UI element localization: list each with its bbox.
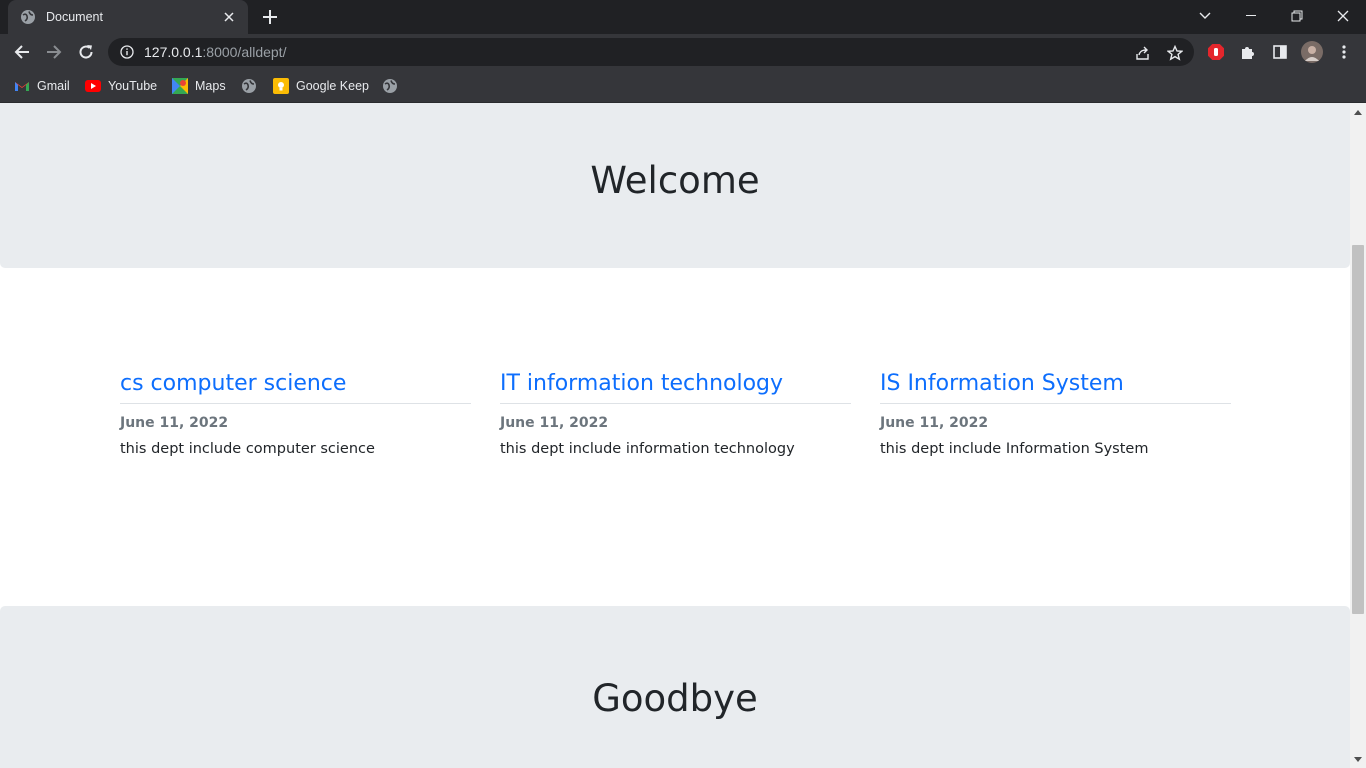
scroll-down-arrow-icon[interactable] <box>1350 752 1366 766</box>
close-window-button[interactable] <box>1320 0 1366 32</box>
restore-button[interactable] <box>1274 0 1320 32</box>
info-icon[interactable] <box>120 45 134 59</box>
browser-toolbar: 127.0.0.1:8000/alldept/ <box>0 34 1366 70</box>
bookmark-maps[interactable]: Maps <box>172 76 226 96</box>
gmail-icon <box>14 78 30 94</box>
bookmark-globe[interactable] <box>241 76 257 96</box>
bookmark-label: Gmail <box>37 79 70 93</box>
reload-button[interactable] <box>73 39 99 65</box>
bookmark-globe-2[interactable] <box>382 76 398 96</box>
dept-card: IT information technology June 11, 2022 … <box>500 371 851 457</box>
scroll-up-arrow-icon[interactable] <box>1350 105 1366 119</box>
bookmark-gmail[interactable]: Gmail <box>14 76 70 96</box>
goodbye-jumbotron: Goodbye <box>0 606 1350 768</box>
minimize-button[interactable] <box>1228 0 1274 32</box>
menu-kebab-icon[interactable] <box>1331 39 1357 65</box>
dept-card: cs computer science June 11, 2022 this d… <box>120 371 471 457</box>
browser-titlebar: Document <box>0 0 1366 34</box>
dept-description: this dept include information technology <box>500 441 795 457</box>
page-title: Welcome <box>590 159 760 202</box>
dept-date: June 11, 2022 <box>500 415 609 431</box>
dept-title-link[interactable]: IT information technology <box>500 371 851 404</box>
url-path: :8000/alldept/ <box>202 44 287 60</box>
new-tab-button[interactable] <box>258 6 282 28</box>
globe-icon <box>382 78 398 94</box>
share-icon[interactable] <box>1134 44 1152 62</box>
address-bar[interactable]: 127.0.0.1:8000/alldept/ <box>108 38 1194 66</box>
adblock-extension-icon[interactable] <box>1203 39 1229 65</box>
footer-title: Goodbye <box>592 677 758 720</box>
side-panel-icon[interactable] <box>1267 39 1293 65</box>
back-button[interactable] <box>9 39 35 65</box>
vertical-scrollbar[interactable] <box>1350 103 1366 768</box>
bookmark-google-keep[interactable]: Google Keep <box>273 76 369 96</box>
tab-title: Document <box>46 10 103 24</box>
maps-icon <box>172 78 188 94</box>
close-tab-icon[interactable] <box>220 8 238 26</box>
youtube-icon <box>85 78 101 94</box>
dept-date: June 11, 2022 <box>120 415 229 431</box>
profile-avatar[interactable] <box>1299 39 1325 65</box>
bookmarks-bar: Gmail YouTube Maps Google Keep <box>0 70 1366 103</box>
globe-icon <box>241 78 257 94</box>
bookmark-label: Google Keep <box>296 79 369 93</box>
browser-tab[interactable]: Document <box>8 0 248 34</box>
tab-search-icon[interactable] <box>1182 0 1228 32</box>
page-viewport: Welcome cs computer science June 11, 202… <box>0 103 1350 768</box>
dept-description: this dept include Information System <box>880 441 1149 457</box>
bookmark-label: YouTube <box>108 79 158 93</box>
dept-date: June 11, 2022 <box>880 415 989 431</box>
dept-card: IS Information System June 11, 2022 this… <box>880 371 1231 457</box>
scrollbar-thumb[interactable] <box>1352 245 1364 614</box>
forward-button[interactable] <box>41 39 67 65</box>
keep-icon <box>273 78 289 94</box>
extensions-puzzle-icon[interactable] <box>1235 39 1261 65</box>
dept-title-link[interactable]: IS Information System <box>880 371 1231 404</box>
bookmark-youtube[interactable]: YouTube <box>85 76 157 96</box>
globe-icon <box>20 9 36 25</box>
dept-description: this dept include computer science <box>120 441 375 457</box>
url-host: 127.0.0.1 <box>144 44 203 60</box>
bookmark-label: Maps <box>195 79 226 93</box>
dept-title-link[interactable]: cs computer science <box>120 371 471 404</box>
bookmark-star-icon[interactable] <box>1166 44 1184 62</box>
welcome-jumbotron: Welcome <box>0 103 1350 268</box>
